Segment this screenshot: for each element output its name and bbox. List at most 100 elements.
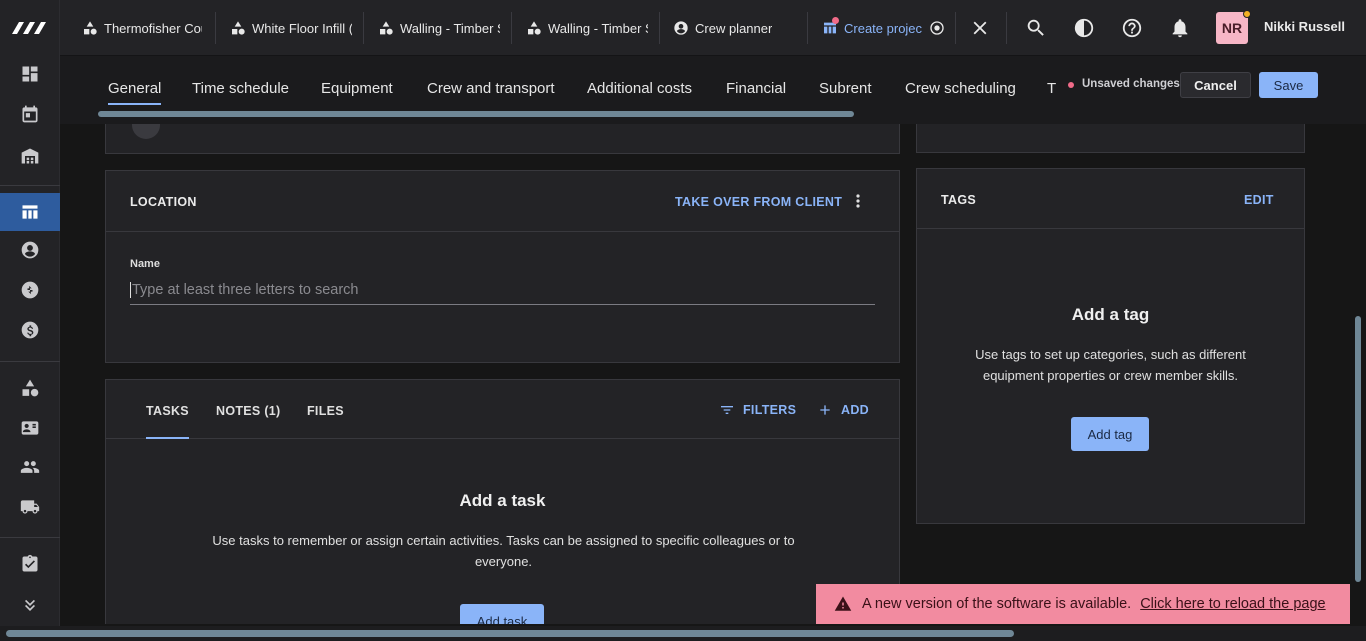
people-icon bbox=[20, 461, 40, 473]
edit-tags-button[interactable]: EDIT bbox=[1244, 193, 1274, 207]
tab-tasks[interactable]: TASKS bbox=[146, 404, 189, 439]
notifications-button[interactable] bbox=[1168, 16, 1192, 40]
tags-card: TAGS EDIT Add a tag Use tags to set up c… bbox=[916, 168, 1305, 524]
unsaved-changes-label: Unsaved changes bbox=[1082, 78, 1180, 90]
top-tab-2[interactable]: White Floor Infill ( bbox=[230, 0, 352, 56]
rail-equipment[interactable] bbox=[0, 369, 60, 407]
top-tab-label: White Floor Infill ( bbox=[252, 20, 352, 36]
sync-icon bbox=[21, 281, 39, 299]
unsaved-dot bbox=[1068, 82, 1074, 88]
tab-equipment[interactable]: Equipment bbox=[321, 80, 393, 97]
contact-card-icon bbox=[21, 421, 39, 435]
calendar-icon bbox=[22, 105, 38, 123]
tab-crew-scheduling[interactable]: Crew scheduling bbox=[905, 80, 1016, 97]
close-circle-icon bbox=[930, 21, 944, 35]
vertical-scrollbar[interactable] bbox=[1355, 316, 1361, 582]
shapes-icon bbox=[528, 21, 541, 35]
plus-icon bbox=[820, 405, 830, 415]
dollar-icon bbox=[21, 321, 39, 339]
shapes-icon bbox=[22, 379, 39, 397]
rail-expand[interactable] bbox=[0, 585, 60, 623]
dashboard-icon bbox=[22, 66, 38, 82]
person-circle-icon bbox=[21, 241, 39, 259]
person-circle-icon bbox=[674, 21, 688, 35]
filters-button[interactable]: FILTERS bbox=[719, 402, 796, 418]
rail-tasks[interactable] bbox=[0, 545, 60, 583]
left-rail bbox=[0, 0, 60, 641]
tab-close-circle-button[interactable] bbox=[926, 16, 948, 40]
top-tab-label: Create projec bbox=[844, 20, 922, 36]
previous-side-card bbox=[916, 124, 1305, 153]
location-name-input[interactable]: Type at least three letters to search bbox=[130, 275, 875, 305]
tabs-scrollbar[interactable] bbox=[98, 111, 854, 117]
close-tab-button[interactable] bbox=[968, 16, 992, 40]
top-tab-4[interactable]: Walling - Timber S bbox=[526, 0, 648, 56]
unsaved-indicator-dot bbox=[832, 17, 839, 24]
rail-finance[interactable] bbox=[0, 311, 60, 349]
top-tab-label: Walling - Timber S bbox=[548, 20, 648, 36]
avatar-placeholder bbox=[132, 124, 160, 139]
tasks-card-header: TASKS NOTES (1) FILES FILTERS ADD bbox=[106, 380, 899, 439]
rail-transport[interactable] bbox=[0, 488, 60, 526]
top-tab-crew-planner[interactable]: Crew planner bbox=[673, 0, 793, 56]
toast-message: A new version of the software is availab… bbox=[862, 596, 1132, 612]
tab-financial[interactable]: Financial bbox=[726, 80, 786, 97]
tasks-card: TASKS NOTES (1) FILES FILTERS ADD Add a … bbox=[105, 379, 900, 624]
top-tab-label: Crew planner bbox=[695, 20, 773, 36]
rail-projects[interactable] bbox=[0, 193, 60, 231]
tab-general[interactable]: General bbox=[108, 80, 162, 105]
rail-crew[interactable] bbox=[0, 448, 60, 486]
location-name-placeholder: Type at least three letters to search bbox=[132, 281, 359, 298]
tab-subrent[interactable]: Subrent bbox=[819, 80, 872, 97]
tab-additional-costs[interactable]: Additional costs bbox=[587, 80, 692, 97]
rail-sync[interactable] bbox=[0, 271, 60, 309]
rail-crew-card[interactable] bbox=[0, 409, 60, 447]
tab-time-schedule[interactable]: Time schedule bbox=[192, 80, 289, 97]
tab-notes[interactable]: NOTES (1) bbox=[216, 404, 281, 418]
rail-dashboard[interactable] bbox=[0, 55, 60, 93]
location-card-header: LOCATION TAKE OVER FROM CLIENT bbox=[106, 171, 899, 232]
top-tab-1[interactable]: Thermofisher Cou bbox=[82, 0, 202, 56]
reload-page-link[interactable]: Click here to reload the page bbox=[1140, 596, 1325, 612]
tab-crew-and-transport[interactable]: Crew and transport bbox=[427, 80, 555, 97]
take-over-from-client-button[interactable]: TAKE OVER FROM CLIENT bbox=[675, 195, 842, 209]
tasks-empty-title: Add a task bbox=[459, 491, 546, 510]
top-tab-label: Thermofisher Cou bbox=[104, 20, 202, 36]
user-name[interactable]: Nikki Russell bbox=[1264, 19, 1345, 34]
avatar-status-dot bbox=[1243, 10, 1251, 18]
more-vert-icon[interactable] bbox=[856, 194, 860, 208]
help-button[interactable] bbox=[1120, 16, 1144, 40]
app-logo[interactable] bbox=[10, 14, 50, 40]
rail-warehouse[interactable] bbox=[0, 137, 60, 175]
text-caret bbox=[130, 281, 131, 298]
cancel-button[interactable]: Cancel bbox=[1180, 72, 1251, 98]
truck-icon bbox=[20, 500, 40, 514]
bell-icon bbox=[1172, 19, 1188, 38]
contrast-icon bbox=[1074, 18, 1094, 38]
main-content: LOCATION TAKE OVER FROM CLIENT Name Type… bbox=[60, 124, 1352, 624]
tab-overflow[interactable]: T bbox=[1047, 80, 1056, 97]
horizontal-scrollbar[interactable] bbox=[6, 630, 1014, 637]
name-field-label: Name bbox=[130, 258, 160, 270]
search-button[interactable] bbox=[1024, 16, 1048, 40]
rail-calendar[interactable] bbox=[0, 95, 60, 133]
double-chevron-down-icon bbox=[25, 599, 35, 611]
update-toast: A new version of the software is availab… bbox=[816, 584, 1350, 624]
filter-icon bbox=[721, 406, 733, 414]
tasks-empty-text: Use tasks to remember or assign certain … bbox=[212, 533, 795, 569]
add-task-button[interactable]: Add task bbox=[460, 604, 544, 624]
theme-toggle-button[interactable] bbox=[1072, 16, 1096, 40]
add-task-link[interactable]: ADD bbox=[817, 402, 869, 418]
filters-label: FILTERS bbox=[743, 403, 797, 417]
tags-empty-text: Use tags to set up categories, such as d… bbox=[975, 347, 1246, 383]
add-tag-button[interactable]: Add tag bbox=[1071, 417, 1149, 451]
tab-files[interactable]: FILES bbox=[307, 404, 344, 418]
rail-contacts[interactable] bbox=[0, 231, 60, 269]
location-title: LOCATION bbox=[130, 195, 197, 209]
clipboard-check-icon bbox=[22, 554, 38, 572]
top-tab-3[interactable]: Walling - Timber S bbox=[378, 0, 500, 56]
warning-icon bbox=[834, 596, 852, 611]
tags-title: TAGS bbox=[941, 193, 976, 207]
save-button[interactable]: Save bbox=[1259, 72, 1318, 98]
top-tab-create-project[interactable]: Create projec bbox=[822, 0, 922, 56]
